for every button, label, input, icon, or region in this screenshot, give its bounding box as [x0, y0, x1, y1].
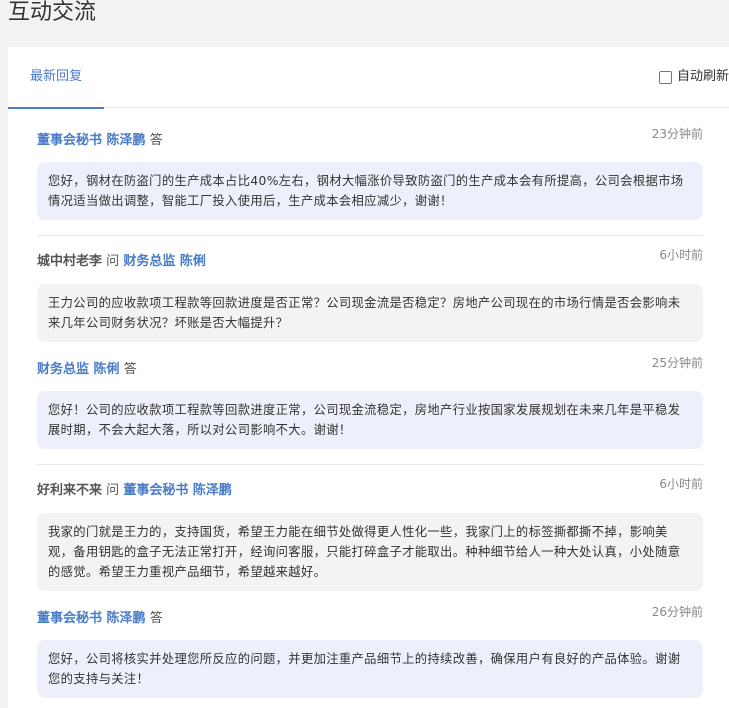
- target-link[interactable]: 财务总监 陈俐: [123, 254, 206, 269]
- qa-panel: 最新回复 自动刷新 董事会秘书 陈泽鹏 答 23分钟前 您好，钢材在防盗门的生产…: [8, 47, 729, 708]
- tab-bar: 最新回复 自动刷新: [8, 47, 729, 109]
- verb-label: 问: [106, 483, 120, 498]
- item-header: 财务总监 陈俐 答 25分钟前: [37, 356, 703, 382]
- timestamp: 6小时前: [659, 248, 703, 262]
- responder-name: 陈泽鹏: [106, 611, 146, 626]
- target-name: 陈泽鹏: [192, 483, 232, 498]
- responder-link[interactable]: 财务总监 陈俐: [37, 362, 120, 377]
- answer-text: 您好，钢材在防盗门的生产成本占比40%左右，钢材大幅涨价导致防盗门的生产成本会有…: [37, 162, 703, 220]
- timestamp: 23分钟前: [651, 127, 703, 141]
- timestamp: 26分钟前: [651, 605, 703, 619]
- verb-label: 答: [123, 362, 137, 377]
- target-link[interactable]: 董事会秘书 陈泽鹏: [123, 483, 232, 498]
- answer-text: 您好！公司的应收款项工程款等回款进度正常，公司现金流稳定，房地产行业按国家发展规…: [37, 391, 703, 449]
- question-text: 王力公司的应收款项工程款等回款进度是否正常？公司现金流是否稳定？房地产公司现在的…: [37, 284, 703, 342]
- auto-refresh-toggle[interactable]: 自动刷新: [658, 68, 729, 86]
- timestamp: 6小时前: [659, 477, 703, 491]
- item-header: 城中村老李 问 财务总监 陈俐 6小时前: [37, 248, 703, 274]
- tab-latest-replies[interactable]: 最新回复: [8, 47, 104, 109]
- target-role: 董事会秘书: [123, 483, 189, 498]
- page-title: 互动交流: [8, 0, 97, 25]
- target-name: 陈俐: [179, 254, 206, 269]
- reply-feed: 董事会秘书 陈泽鹏 答 23分钟前 您好，钢材在防盗门的生产成本占比40%左右，…: [8, 127, 729, 698]
- answer-item: 董事会秘书 陈泽鹏 答 26分钟前 您好，公司将核实并处理您所反应的问题，并更加…: [37, 605, 703, 698]
- item-header: 董事会秘书 陈泽鹏 答 23分钟前: [37, 127, 703, 153]
- target-role: 财务总监: [123, 254, 176, 269]
- verb-label: 问: [106, 254, 120, 269]
- verb-label: 答: [149, 611, 163, 626]
- answer-item: 财务总监 陈俐 答 25分钟前 您好！公司的应收款项工程款等回款进度正常，公司现…: [37, 356, 703, 449]
- responder-name: 陈泽鹏: [106, 133, 146, 148]
- responder-name: 陈俐: [93, 362, 120, 377]
- divider: [37, 464, 703, 465]
- timestamp: 25分钟前: [651, 356, 703, 370]
- question-text: 我家的门就是王力的，支持国货，希望王力能在细节处做得更人性化一些，我家门上的标签…: [37, 513, 703, 591]
- auto-refresh-checkbox[interactable]: [658, 70, 672, 84]
- asker-name: 好利来不来: [37, 483, 103, 498]
- answer-item: 董事会秘书 陈泽鹏 答 23分钟前 您好，钢材在防盗门的生产成本占比40%左右，…: [37, 127, 703, 220]
- responder-role: 董事会秘书: [37, 133, 103, 148]
- responder-role: 董事会秘书: [37, 611, 103, 626]
- responder-link[interactable]: 董事会秘书 陈泽鹏: [37, 133, 146, 148]
- divider: [37, 235, 703, 236]
- question-item: 城中村老李 问 财务总监 陈俐 6小时前 王力公司的应收款项工程款等回款进度是否…: [37, 248, 703, 342]
- verb-label: 答: [149, 133, 163, 148]
- responder-role: 财务总监: [37, 362, 90, 377]
- item-header: 董事会秘书 陈泽鹏 答 26分钟前: [37, 605, 703, 631]
- item-header: 好利来不来 问 董事会秘书 陈泽鹏 6小时前: [37, 477, 703, 503]
- asker-name: 城中村老李: [37, 254, 103, 269]
- question-item: 好利来不来 问 董事会秘书 陈泽鹏 6小时前 我家的门就是王力的，支持国货，希望…: [37, 477, 703, 591]
- answer-text: 您好，公司将核实并处理您所反应的问题，并更加注重产品细节上的持续改善，确保用户有…: [37, 640, 703, 698]
- responder-link[interactable]: 董事会秘书 陈泽鹏: [37, 611, 146, 626]
- auto-refresh-label: 自动刷新: [676, 69, 729, 84]
